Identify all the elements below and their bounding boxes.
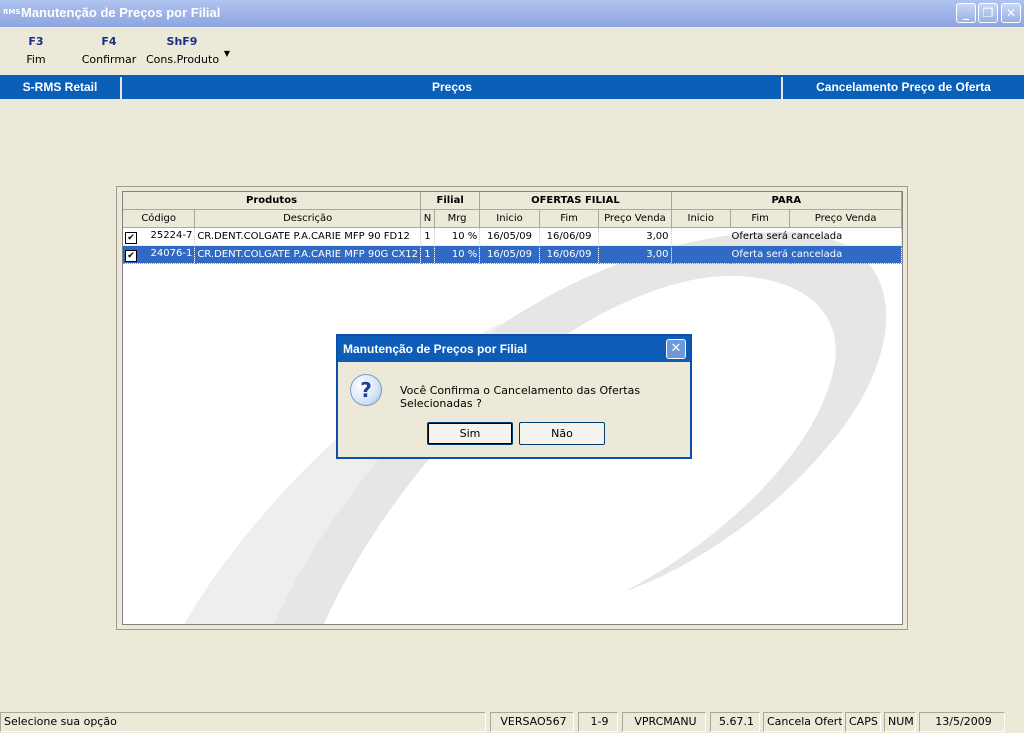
column-header-para-fim[interactable]: Fim <box>730 209 791 228</box>
column-header-mrg[interactable]: Mrg <box>434 209 481 228</box>
preco-cell: 3,00 <box>598 245 672 264</box>
codigo-cell: ✔ 25224-7 <box>123 227 196 246</box>
inicio-cell: 16/05/09 <box>479 245 540 264</box>
header-band: S-RMS Retail Preços Cancelamento Preço d… <box>0 75 1024 99</box>
band-system: S-RMS Retail <box>22 80 98 94</box>
status-message: Selecione sua opção <box>0 712 486 732</box>
fim-cell: 16/06/09 <box>539 245 600 264</box>
row-checkbox[interactable]: ✔ <box>125 249 137 262</box>
table-row[interactable]: ✔ 24076-1 CR.DENT.COLGATE P.A.CARIE MFP 9… <box>123 245 902 264</box>
status-version: VERSAO567 <box>490 712 574 732</box>
window-title: Manutenção de Preços por Filial <box>21 5 221 20</box>
no-button[interactable]: Não <box>519 422 605 445</box>
column-header-codigo[interactable]: Código <box>123 209 196 228</box>
column-header-n[interactable]: N <box>420 209 435 228</box>
column-header-fim[interactable]: Fim <box>539 209 600 228</box>
column-header-preco-venda[interactable]: Preço Venda <box>598 209 672 228</box>
question-icon: ? <box>350 374 382 406</box>
group-header-produtos: Produtos <box>123 192 422 210</box>
column-header-descricao[interactable]: Descrição <box>194 209 422 228</box>
restore-icon[interactable]: ❐ <box>978 3 998 23</box>
minimize-icon[interactable]: _ <box>956 3 976 23</box>
status-release: 5.67.1 <box>710 712 760 732</box>
offers-table: Produtos Filial OFERTAS FILIAL PARA Códi… <box>123 192 902 264</box>
status-bar: Selecione sua opção VERSAO567 1-9 VPRCMA… <box>0 711 1024 733</box>
title-bar: RMS Manutenção de Preços por Filial _ ❐ … <box>0 0 1024 27</box>
fim-key: F3 <box>28 35 44 48</box>
para-cell: Oferta será cancelada <box>671 245 902 264</box>
confirmar-key: F4 <box>101 35 117 48</box>
row-checkbox[interactable]: ✔ <box>125 231 137 244</box>
group-header-ofertas-filial: OFERTAS FILIAL <box>479 192 672 210</box>
dialog-message: Você Confirma o Cancelamento das Ofertas… <box>400 384 641 410</box>
band-module: Preços <box>431 80 473 94</box>
descricao-cell: CR.DENT.COLGATE P.A.CARIE MFP 90G CX12 <box>194 245 422 264</box>
mrg-cell: 10 % <box>434 227 481 246</box>
mrg-cell: 10 % <box>434 245 481 264</box>
n-cell: 1 <box>420 245 435 264</box>
status-range: 1-9 <box>578 712 618 732</box>
cons-produto-key: ShF9 <box>166 35 198 48</box>
fim-button[interactable]: F3 Fim <box>18 35 54 66</box>
confirmar-button[interactable]: F4 Confirmar <box>80 35 138 66</box>
status-num: NUM <box>884 712 916 732</box>
group-header-para: PARA <box>671 192 902 210</box>
confirm-dialog: Manutenção de Preços por Filial ✕ ? Você… <box>336 334 692 459</box>
column-header-para-inicio[interactable]: Inicio <box>671 209 731 228</box>
status-caps: CAPS <box>845 712 881 732</box>
n-cell: 1 <box>420 227 435 246</box>
dialog-title: Manutenção de Preços por Filial <box>338 336 690 362</box>
column-header-para-preco-venda[interactable]: Preço Venda <box>789 209 902 228</box>
band-function: Cancelamento Preço de Oferta <box>816 80 991 94</box>
confirmar-label: Confirmar <box>81 53 137 66</box>
column-header-inicio[interactable]: Inicio <box>479 209 540 228</box>
cons-produto-label: Cons.Produto <box>146 53 220 66</box>
codigo-value: 25224-7 <box>150 229 193 241</box>
codigo-cell: ✔ 24076-1 <box>123 245 196 264</box>
para-cell: Oferta será cancelada <box>671 227 902 246</box>
toolbar: F3 Fim F4 Confirmar ShF9 Cons.Produto ▼ <box>0 27 1024 74</box>
table-row[interactable]: ✔ 25224-7 CR.DENT.COLGATE P.A.CARIE MFP 9… <box>123 227 902 246</box>
dropdown-arrow-icon[interactable]: ▼ <box>224 49 230 58</box>
fim-cell: 16/06/09 <box>539 227 600 246</box>
preco-cell: 3,00 <box>598 227 672 246</box>
inicio-cell: 16/05/09 <box>479 227 540 246</box>
group-header-filial: Filial <box>420 192 481 210</box>
status-date: 13/5/2009 <box>919 712 1005 732</box>
status-action: Cancela Oferta <box>763 712 843 732</box>
status-program: VPRCMANU <box>622 712 706 732</box>
fim-label: Fim <box>26 53 46 66</box>
close-icon[interactable]: ✕ <box>666 339 686 359</box>
app-icon: RMS <box>3 8 21 16</box>
close-icon[interactable]: ✕ <box>1001 3 1021 23</box>
cons-produto-button[interactable]: ShF9 Cons.Produto ▼ <box>146 35 230 66</box>
descricao-cell: CR.DENT.COLGATE P.A.CARIE MFP 90 FD12 <box>194 227 422 246</box>
yes-button[interactable]: Sim <box>427 422 513 445</box>
codigo-value: 24076-1 <box>150 247 193 259</box>
